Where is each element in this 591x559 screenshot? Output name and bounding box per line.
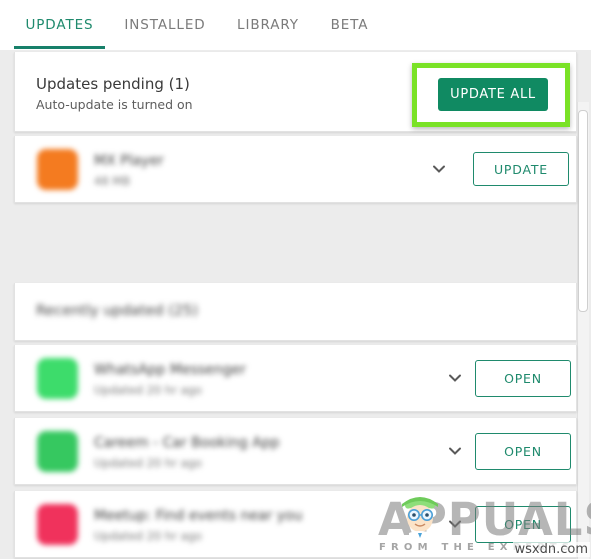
tab-bar: UPDATES INSTALLED LIBRARY BETA [0, 0, 591, 50]
tab-beta[interactable]: BETA [322, 0, 377, 50]
table-row[interactable]: Meetup: Find events near you Updated 20 h… [14, 491, 577, 558]
open-button[interactable]: OPEN [475, 506, 571, 543]
open-button[interactable]: OPEN [475, 360, 571, 397]
tab-installed[interactable]: INSTALLED [113, 0, 217, 50]
chevron-down-icon[interactable] [446, 515, 464, 533]
app-subtitle: 48 MB [94, 174, 131, 188]
app-name: Meetup: Find events near you [94, 508, 303, 524]
play-store-updates-screen: UPDATES INSTALLED LIBRARY BETA Updates p… [0, 0, 591, 559]
chevron-down-icon[interactable] [446, 369, 464, 387]
app-icon [37, 504, 78, 545]
app-subtitle: Updated 20 hr ago [94, 383, 202, 397]
auto-update-status: Auto-update is turned on [36, 97, 193, 112]
update-all-button[interactable]: UPDATE ALL [438, 78, 548, 111]
table-row[interactable]: Careem - Car Booking App Updated 20 hr ag… [14, 418, 577, 485]
recently-updated-card: Recently updated (25) [14, 283, 577, 341]
app-icon [37, 358, 78, 399]
chevron-down-icon[interactable] [430, 160, 448, 178]
app-name: Careem - Car Booking App [94, 435, 280, 451]
recently-updated-title: Recently updated (25) [36, 303, 198, 319]
app-subtitle: Updated 20 hr ago [94, 529, 202, 543]
table-row[interactable]: WhatsApp Messenger Updated 20 hr ago OPEN [14, 345, 577, 412]
app-icon [37, 149, 78, 190]
active-tab-underline [14, 46, 105, 49]
open-button[interactable]: OPEN [475, 433, 571, 470]
scrollbar-thumb[interactable] [578, 110, 588, 312]
chevron-down-icon[interactable] [446, 442, 464, 460]
update-button[interactable]: UPDATE [473, 152, 569, 186]
tab-library[interactable]: LIBRARY [226, 0, 310, 50]
app-name: WhatsApp Messenger [94, 362, 246, 378]
tab-updates[interactable]: UPDATES [14, 0, 105, 50]
app-icon [37, 431, 78, 472]
app-name: MX Player [94, 153, 164, 169]
page-title: Updates pending (1) [36, 75, 190, 93]
left-gutter [0, 50, 14, 559]
table-row[interactable]: MX Player 48 MB UPDATE [14, 136, 577, 203]
app-subtitle: Updated 20 hr ago [94, 456, 202, 470]
